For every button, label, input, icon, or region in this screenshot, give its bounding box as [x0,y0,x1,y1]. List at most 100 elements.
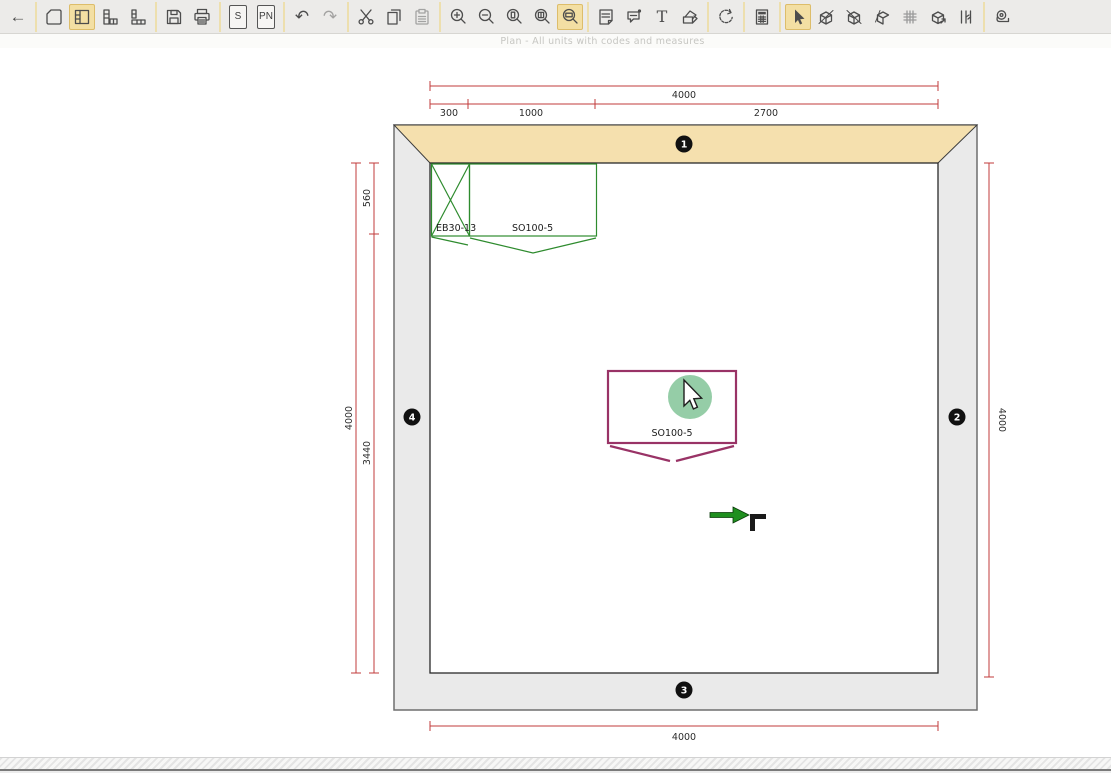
zoom-fit-button[interactable] [557,4,583,30]
svg-text:1: 1 [681,140,688,151]
svg-text:2: 2 [954,413,961,424]
plan-canvas[interactable]: 4000 300 1000 2700 4000 560 3440 4000 40… [0,48,1111,757]
dimension-bottom: 4000 [430,721,938,743]
view-title-bar: Plan - All units with codes and measures [0,34,1111,49]
dim-left-seg1: 560 [362,189,373,207]
toolbar-separator [983,2,985,32]
grid-toggle-button[interactable] [897,4,923,30]
save-button[interactable] [161,4,187,30]
copy-button[interactable] [381,4,407,30]
panel-pn-button[interactable]: PN [253,4,279,30]
print-button[interactable] [189,4,215,30]
floor-plan-view-button[interactable] [69,4,95,30]
select-cursor-icon [788,7,808,27]
note-button[interactable] [593,4,619,30]
zoom-in-button[interactable] [445,4,471,30]
zoom-in-icon [448,7,468,27]
toolbar-separator [743,2,745,32]
zoom-page-icon [504,7,524,27]
comment-icon [624,7,644,27]
toolbar-separator [155,2,157,32]
zoom-page-button[interactable] [501,4,527,30]
text-tool-icon: T [657,9,668,25]
toolbar-separator [219,2,221,32]
dim-left-total: 4000 [344,406,355,430]
text-tool-button[interactable]: T [649,4,675,30]
hide-wall-dimensions-button[interactable] [813,4,839,30]
materials-palette-icon [680,7,700,27]
dim-top-seg1: 300 [440,108,458,119]
zoom-selection-button[interactable] [529,4,555,30]
section-view-button[interactable] [125,4,151,30]
paste-icon [412,7,432,27]
back-button[interactable]: ← [5,4,31,30]
status-bar-texture [0,757,1111,769]
unit-label-so100-selected: SO100-5 [651,428,692,439]
settings-s-button[interactable]: S [225,4,251,30]
cut-button[interactable] [353,4,379,30]
dim-top-seg3: 2700 [754,108,778,119]
calculator-button[interactable] [749,4,775,30]
s-icon: S [229,5,247,29]
dim-right-total: 4000 [996,408,1007,432]
paste-button[interactable] [409,4,435,30]
rotate-icon [716,7,736,27]
zoom-selection-icon [532,7,552,27]
wall-marker-3[interactable]: 3 [676,682,693,699]
dimension-top: 4000 300 1000 2700 [430,81,938,119]
tape-measure-button[interactable] [989,4,1015,30]
unit-label-so100-top: SO100-5 [512,223,553,234]
dimension-left: 4000 560 3440 [344,163,379,673]
wall-marker-4[interactable]: 4 [404,409,421,426]
elevation-view-button[interactable] [97,4,123,30]
undo-button[interactable]: ↶ [289,4,315,30]
hide-unit-dimensions-button[interactable] [841,4,867,30]
svg-text:3: 3 [681,686,688,697]
print-icon [192,7,212,27]
back-icon: ← [10,8,27,25]
wall-marker-2[interactable]: 2 [949,409,966,426]
redo-button[interactable]: ↷ [317,4,343,30]
unit-label-eb30: EB30-13 [436,223,476,234]
zoom-fit-icon [560,7,580,27]
tape-measure-icon [992,7,1012,27]
select-cursor-button[interactable] [785,4,811,30]
hide-wall-dimensions-icon [816,7,836,27]
note-icon [596,7,616,27]
rotate-button[interactable] [713,4,739,30]
pn-icon: PN [257,5,275,29]
comment-button[interactable] [621,4,647,30]
room-perimeter-icon [44,7,64,27]
materials-button[interactable] [677,4,703,30]
redo-icon: ↷ [323,8,337,25]
toolbar-separator [347,2,349,32]
hide-codes-icon [872,7,892,27]
save-icon [164,7,184,27]
toolbar-separator [707,2,709,32]
toolbar: ← S PN ↶ [0,0,1111,34]
toolbar-separator [35,2,37,32]
wall-marker-1[interactable]: 1 [676,136,693,153]
dimension-right: 4000 [984,163,1007,677]
toolbar-separator [779,2,781,32]
elevation-icon [100,7,120,27]
zoom-out-icon [476,7,496,27]
dim-top-total: 4000 [672,90,696,101]
unit-measures-icon [928,7,948,27]
zoom-out-button[interactable] [473,4,499,30]
room-perimeter-view-button[interactable] [41,4,67,30]
floor-plan-icon [72,7,92,27]
hide-unit-dimensions-icon [844,7,864,27]
dim-top-seg2: 1000 [519,108,543,119]
view-title: Plan - All units with codes and measures [500,36,704,47]
cut-icon [356,7,376,27]
parallel-dimensions-button[interactable] [953,4,979,30]
copy-icon [384,7,404,27]
dim-left-seg2: 3440 [362,441,373,465]
undo-icon: ↶ [295,8,309,25]
calculator-icon [752,7,772,27]
section-icon [128,7,148,27]
unit-measures-button[interactable] [925,4,951,30]
hide-codes-button[interactable] [869,4,895,30]
dim-bottom-total: 4000 [672,732,696,743]
